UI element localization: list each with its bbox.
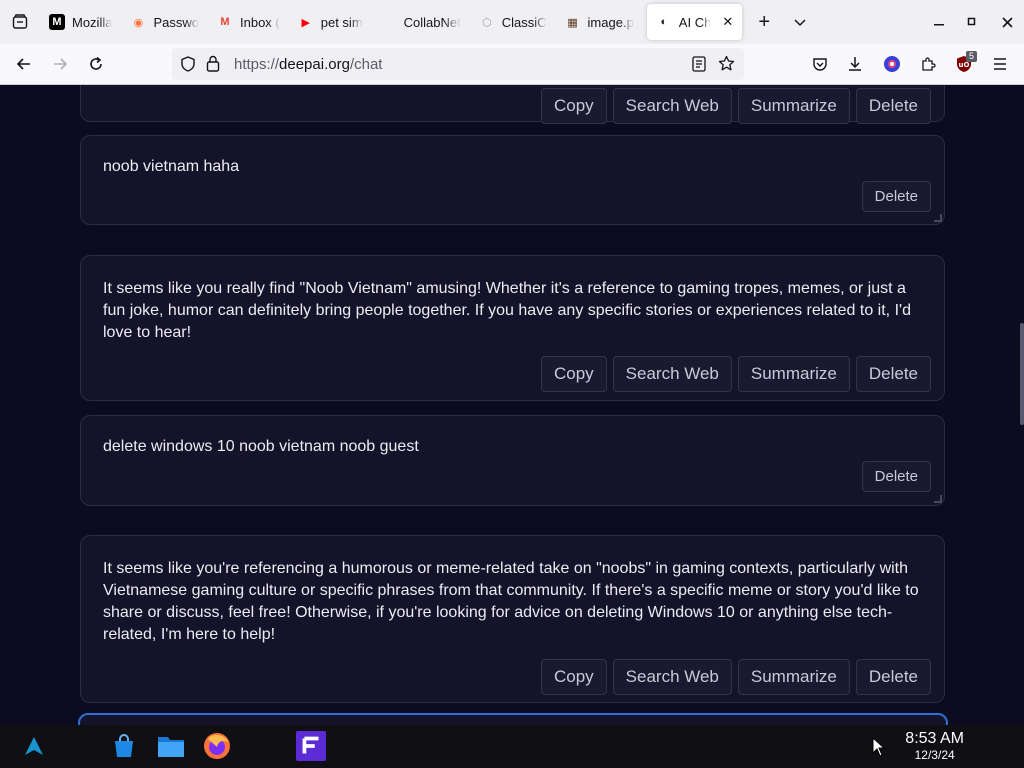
- tab-5[interactable]: ⬡ ClassiC: [470, 4, 556, 40]
- close-tab-icon[interactable]: ✕: [722, 14, 733, 30]
- taskbar: 8:53 AM 12/3/24: [0, 725, 1024, 768]
- search-web-button[interactable]: Search Web: [612, 356, 732, 392]
- app-f-taskbar-icon[interactable]: [296, 731, 326, 761]
- previous-assistant-message: Copy Search Web Summarize Delete: [80, 85, 945, 124]
- resize-handle-icon[interactable]: [934, 495, 942, 503]
- assistant-message: It seems like you really find "Noob Viet…: [80, 255, 945, 401]
- software-store-icon[interactable]: [109, 731, 139, 761]
- tab-title: Passwo: [153, 14, 199, 30]
- url-text[interactable]: https://deepai.org/chat: [234, 56, 382, 73]
- navigation-toolbar: https://deepai.org/chat uO 5: [0, 44, 1024, 85]
- url-bar[interactable]: https://deepai.org/chat: [172, 48, 744, 80]
- firefox-view-icon[interactable]: [0, 0, 40, 44]
- user-message: noob vietnam haha Delete: [80, 135, 945, 225]
- hamburger-menu-icon[interactable]: [984, 48, 1016, 80]
- delete-button[interactable]: Delete: [861, 181, 931, 212]
- maximize-button[interactable]: [955, 0, 989, 44]
- url-path: /chat: [349, 55, 383, 73]
- blank-icon: [381, 14, 397, 30]
- tab-title: Inbox (: [240, 14, 280, 30]
- delete-button[interactable]: Delete: [855, 88, 931, 124]
- message-actions: Delete: [861, 461, 931, 492]
- reload-button[interactable]: [78, 48, 114, 80]
- message-text: It seems like you're referencing a humor…: [103, 560, 919, 643]
- account-avatar-icon[interactable]: [876, 48, 908, 80]
- search-web-button[interactable]: Search Web: [612, 88, 732, 124]
- firefox-icon: ◉: [133, 16, 144, 29]
- tab-title: ClassiC: [501, 14, 547, 30]
- downloads-icon[interactable]: [839, 48, 871, 80]
- extension-badge: 5: [965, 51, 977, 62]
- tab-title: pet sim: [320, 14, 363, 30]
- page-scrollbar[interactable]: [1020, 323, 1024, 425]
- gmail-icon: M: [220, 16, 230, 28]
- delete-button[interactable]: Delete: [855, 356, 931, 392]
- tab-list: M Mozilla ◉ Passwo M Inbox ( ▶ pet sim CollabNet…: [40, 0, 746, 44]
- ublock-origin-icon[interactable]: uO 5: [948, 48, 980, 80]
- reader-view-icon[interactable]: [692, 56, 706, 77]
- start-menu-icon[interactable]: [19, 731, 49, 761]
- chat-page: Copy Search Web Summarize Delete noob vietn…: [0, 85, 1024, 725]
- chat-input-box[interactable]: [78, 713, 948, 725]
- minimize-button[interactable]: [922, 0, 956, 44]
- summarize-button[interactable]: Summarize: [737, 356, 850, 392]
- mozilla-icon: M: [49, 14, 65, 30]
- message-text: It seems like you really find "Noob Viet…: [103, 280, 911, 341]
- user-message: delete windows 10 noob vietnam noob gues…: [80, 415, 945, 506]
- assistant-message: It seems like you're referencing a humor…: [80, 535, 945, 703]
- image-icon: ▦: [567, 16, 578, 29]
- hexagon-icon: ⬡: [481, 16, 492, 29]
- file-manager-icon[interactable]: [156, 731, 186, 761]
- message-text[interactable]: delete windows 10 noob vietnam noob gues…: [103, 436, 924, 458]
- pocket-icon[interactable]: [804, 48, 836, 80]
- message-actions: Copy Search Web Summarize Delete: [540, 356, 931, 392]
- url-scheme: https://: [234, 55, 280, 73]
- tab-0[interactable]: M Mozilla: [40, 4, 121, 40]
- youtube-icon: ▶: [301, 16, 310, 29]
- tab-title: Mozilla: [72, 14, 113, 30]
- url-host: deepai.org: [279, 55, 350, 73]
- list-all-tabs-button[interactable]: [782, 4, 818, 40]
- message-actions: Delete: [861, 181, 931, 212]
- tab-title: AI Ch: [678, 14, 712, 30]
- tab-2[interactable]: M Inbox (: [208, 4, 289, 40]
- extensions-puzzle-icon[interactable]: [912, 48, 944, 80]
- deepai-icon: ◐: [660, 16, 668, 28]
- delete-button[interactable]: Delete: [861, 461, 931, 492]
- lock-icon[interactable]: [206, 55, 220, 77]
- svg-text:uO: uO: [959, 61, 970, 69]
- mouse-cursor-icon: [872, 736, 886, 762]
- forward-button[interactable]: [42, 48, 78, 80]
- tab-title: image.p: [587, 14, 634, 30]
- message-actions: Copy Search Web Summarize Delete: [540, 659, 931, 695]
- copy-button[interactable]: Copy: [540, 88, 607, 124]
- tab-3[interactable]: ▶ pet sim: [289, 4, 372, 40]
- bookmark-star-icon[interactable]: [718, 55, 735, 77]
- tab-title: CollabNet: [403, 14, 461, 30]
- clock-time: 8:53 AM: [905, 730, 964, 747]
- resize-handle-icon[interactable]: [934, 214, 942, 222]
- close-window-button[interactable]: [990, 0, 1024, 44]
- copy-button[interactable]: Copy: [540, 356, 607, 392]
- search-web-button[interactable]: Search Web: [612, 659, 732, 695]
- tab-4[interactable]: CollabNet: [372, 4, 470, 40]
- message-actions: Copy Search Web Summarize Delete: [540, 88, 931, 124]
- summarize-button[interactable]: Summarize: [737, 659, 850, 695]
- copy-button[interactable]: Copy: [540, 659, 607, 695]
- tab-6[interactable]: ▦ image.p: [556, 4, 643, 40]
- delete-button[interactable]: Delete: [855, 659, 931, 695]
- clock-date: 12/3/24: [914, 748, 955, 762]
- summarize-button[interactable]: Summarize: [737, 88, 850, 124]
- back-button[interactable]: [6, 48, 42, 80]
- tab-strip: M Mozilla ◉ Passwo M Inbox ( ▶ pet sim CollabNet…: [0, 0, 1024, 44]
- system-clock[interactable]: 8:53 AM 12/3/24: [905, 730, 964, 762]
- tab-1[interactable]: ◉ Passwo: [121, 4, 208, 40]
- new-tab-button[interactable]: +: [746, 4, 782, 40]
- firefox-taskbar-icon[interactable]: [202, 731, 232, 761]
- message-text[interactable]: noob vietnam haha: [103, 156, 924, 178]
- tab-7[interactable]: ◐ AI Ch ✕: [646, 4, 743, 40]
- tracking-protection-shield-icon[interactable]: [180, 56, 196, 77]
